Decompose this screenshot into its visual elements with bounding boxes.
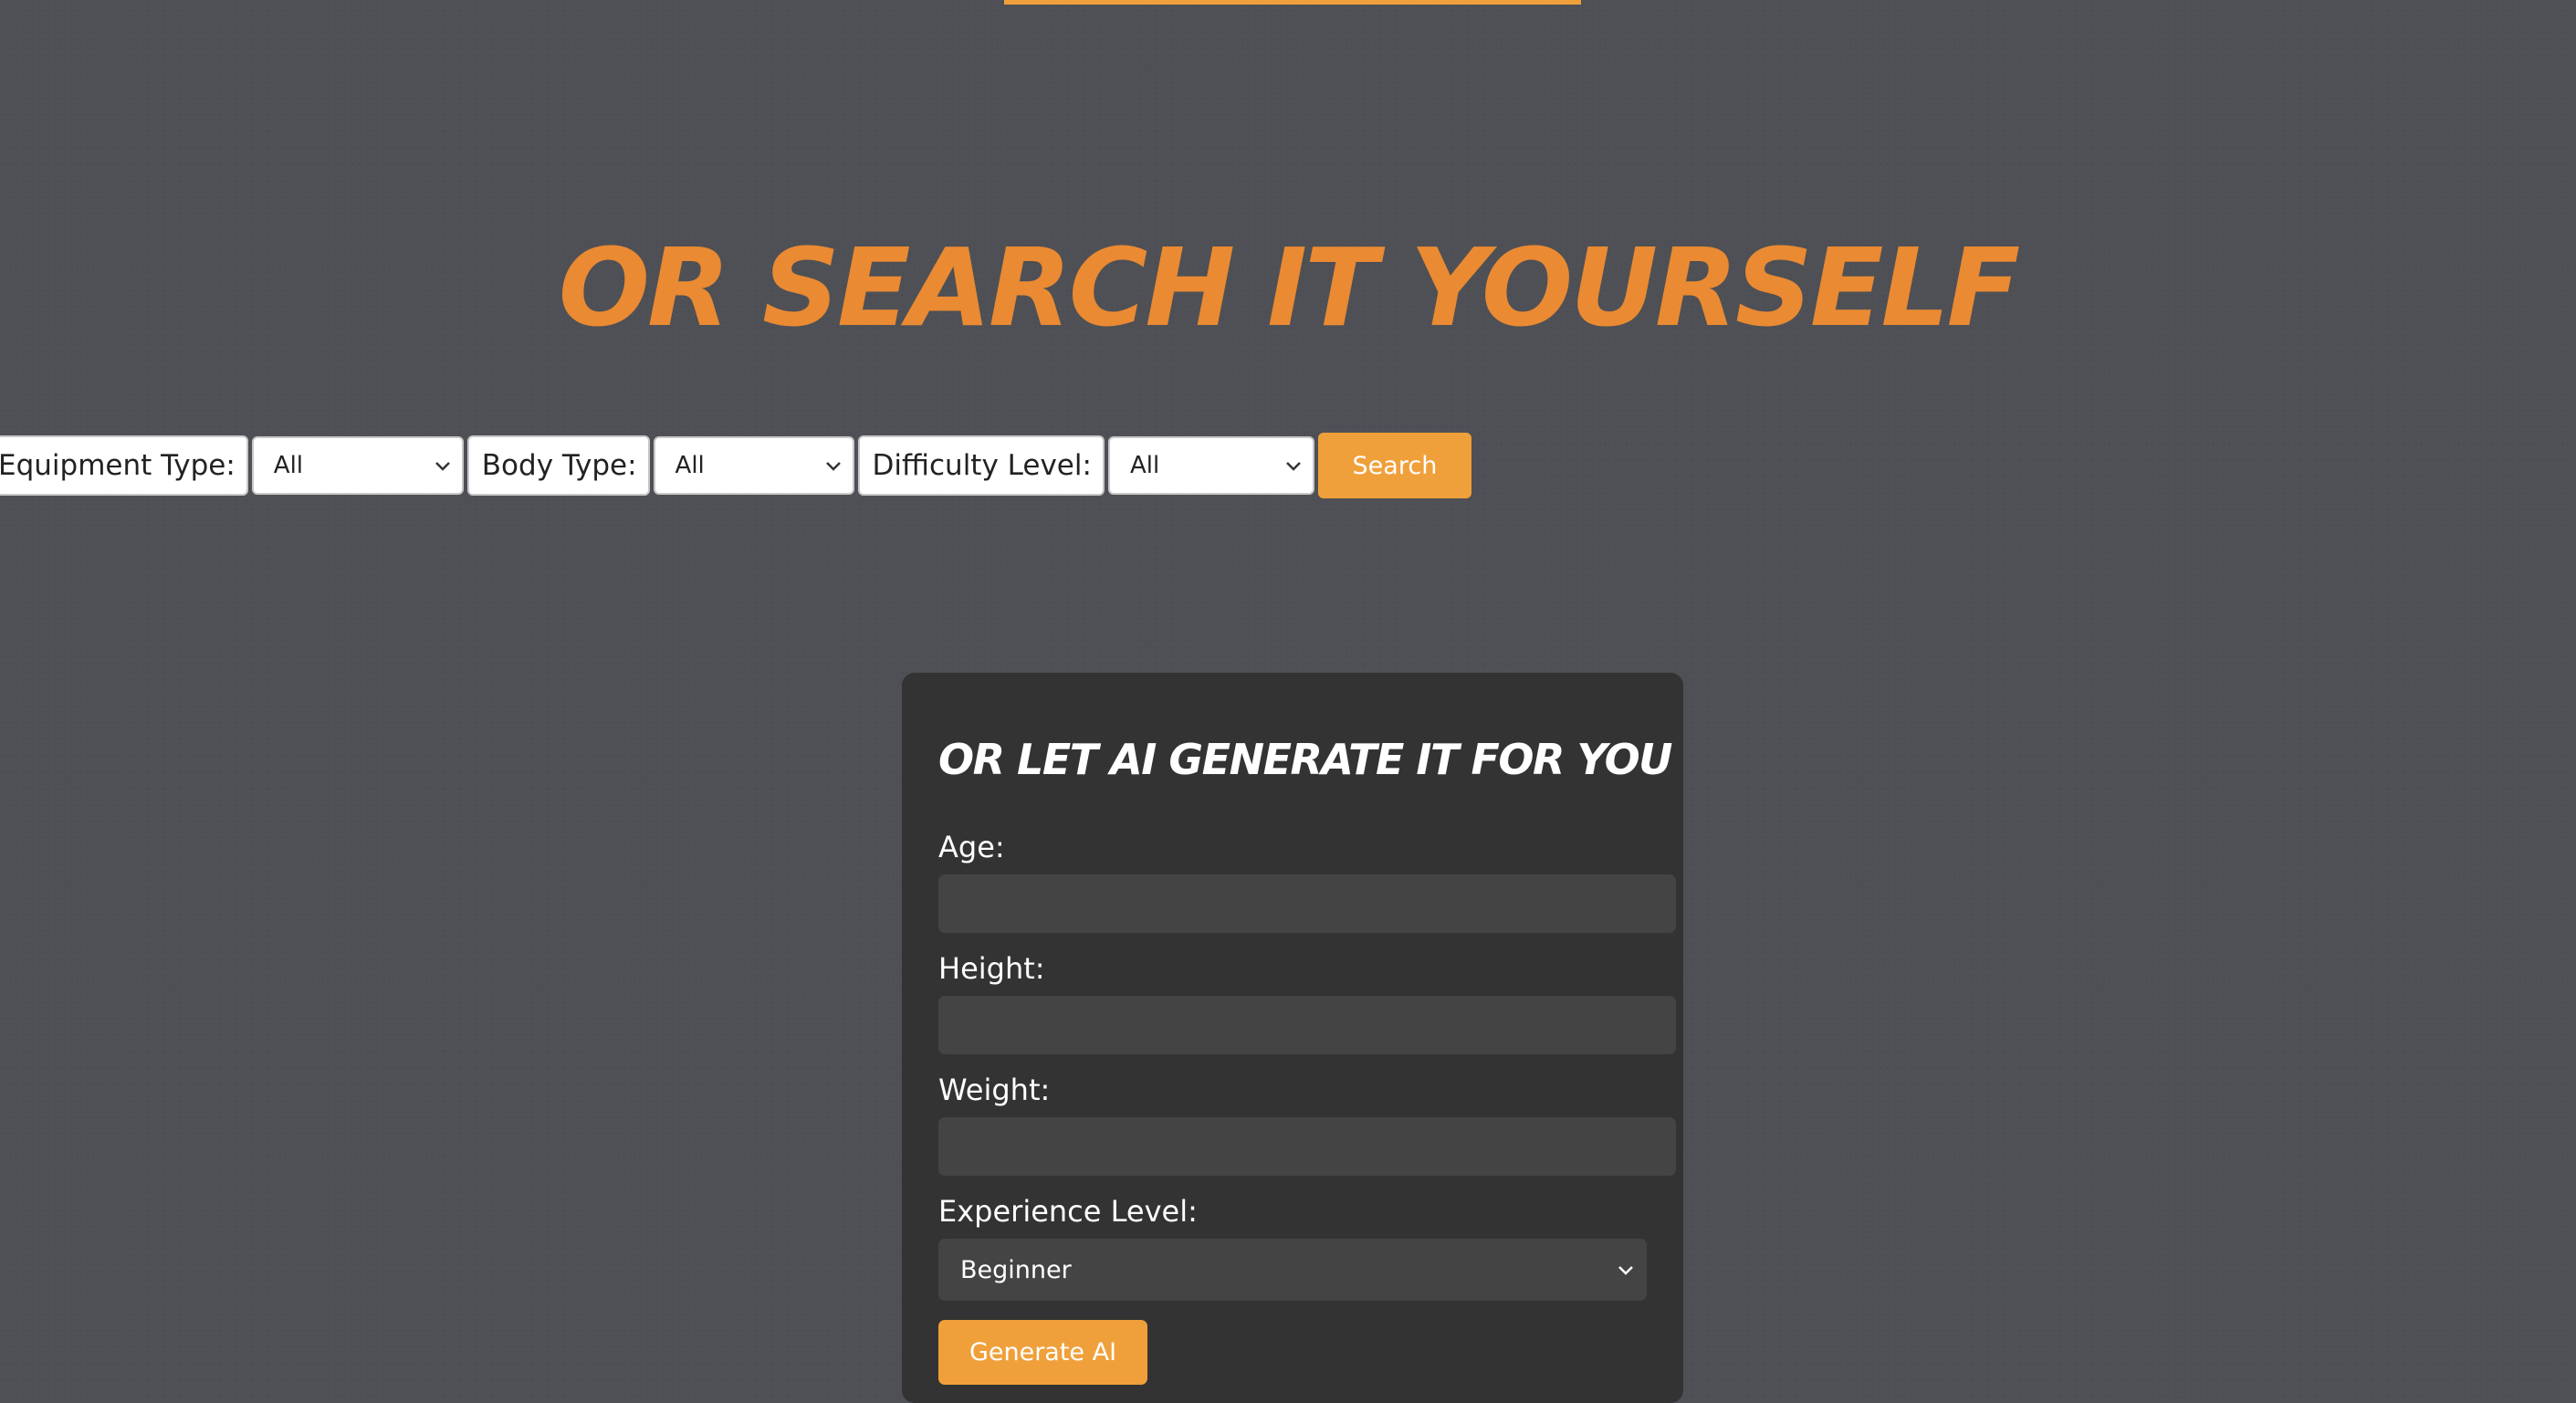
age-label: Age: bbox=[938, 830, 1005, 864]
ai-generate-card: OR LET AI GENERATE IT FOR YOU Age: Heigh… bbox=[902, 673, 1683, 1403]
page-title: OR SEARCH IT YOURSELF bbox=[558, 225, 2021, 351]
difficulty-level-select[interactable]: All bbox=[1107, 436, 1314, 495]
chevron-down-icon bbox=[1286, 462, 1301, 471]
equipment-type-label: Equipment Type: bbox=[0, 435, 248, 496]
experience-level-value: Beginner bbox=[960, 1255, 1072, 1284]
chevron-down-icon bbox=[825, 462, 841, 471]
search-filter-bar: Equipment Type: All Body Type: All Diffi… bbox=[0, 433, 1471, 498]
difficulty-level-value: All bbox=[1129, 452, 1160, 479]
chevron-down-icon bbox=[435, 462, 450, 471]
top-accent-bar bbox=[1004, 0, 1581, 5]
generate-ai-button[interactable]: Generate AI bbox=[938, 1320, 1147, 1385]
equipment-type-value: All bbox=[273, 452, 304, 479]
height-input[interactable] bbox=[938, 996, 1676, 1054]
equipment-type-select[interactable]: All bbox=[251, 436, 464, 495]
chevron-down-icon bbox=[1618, 1266, 1633, 1275]
weight-label: Weight: bbox=[938, 1073, 1051, 1107]
difficulty-level-label: Difficulty Level: bbox=[857, 435, 1105, 496]
experience-level-label: Experience Level: bbox=[938, 1194, 1198, 1229]
weight-input[interactable] bbox=[938, 1117, 1676, 1176]
height-label: Height: bbox=[938, 951, 1045, 986]
experience-level-select[interactable]: Beginner bbox=[938, 1239, 1647, 1301]
body-type-value: All bbox=[675, 452, 705, 479]
ai-card-title: OR LET AI GENERATE IT FOR YOU bbox=[938, 735, 1673, 784]
body-type-label: Body Type: bbox=[466, 435, 650, 496]
age-input[interactable] bbox=[938, 874, 1676, 933]
body-type-select[interactable]: All bbox=[653, 436, 854, 495]
search-button[interactable]: Search bbox=[1317, 433, 1471, 498]
